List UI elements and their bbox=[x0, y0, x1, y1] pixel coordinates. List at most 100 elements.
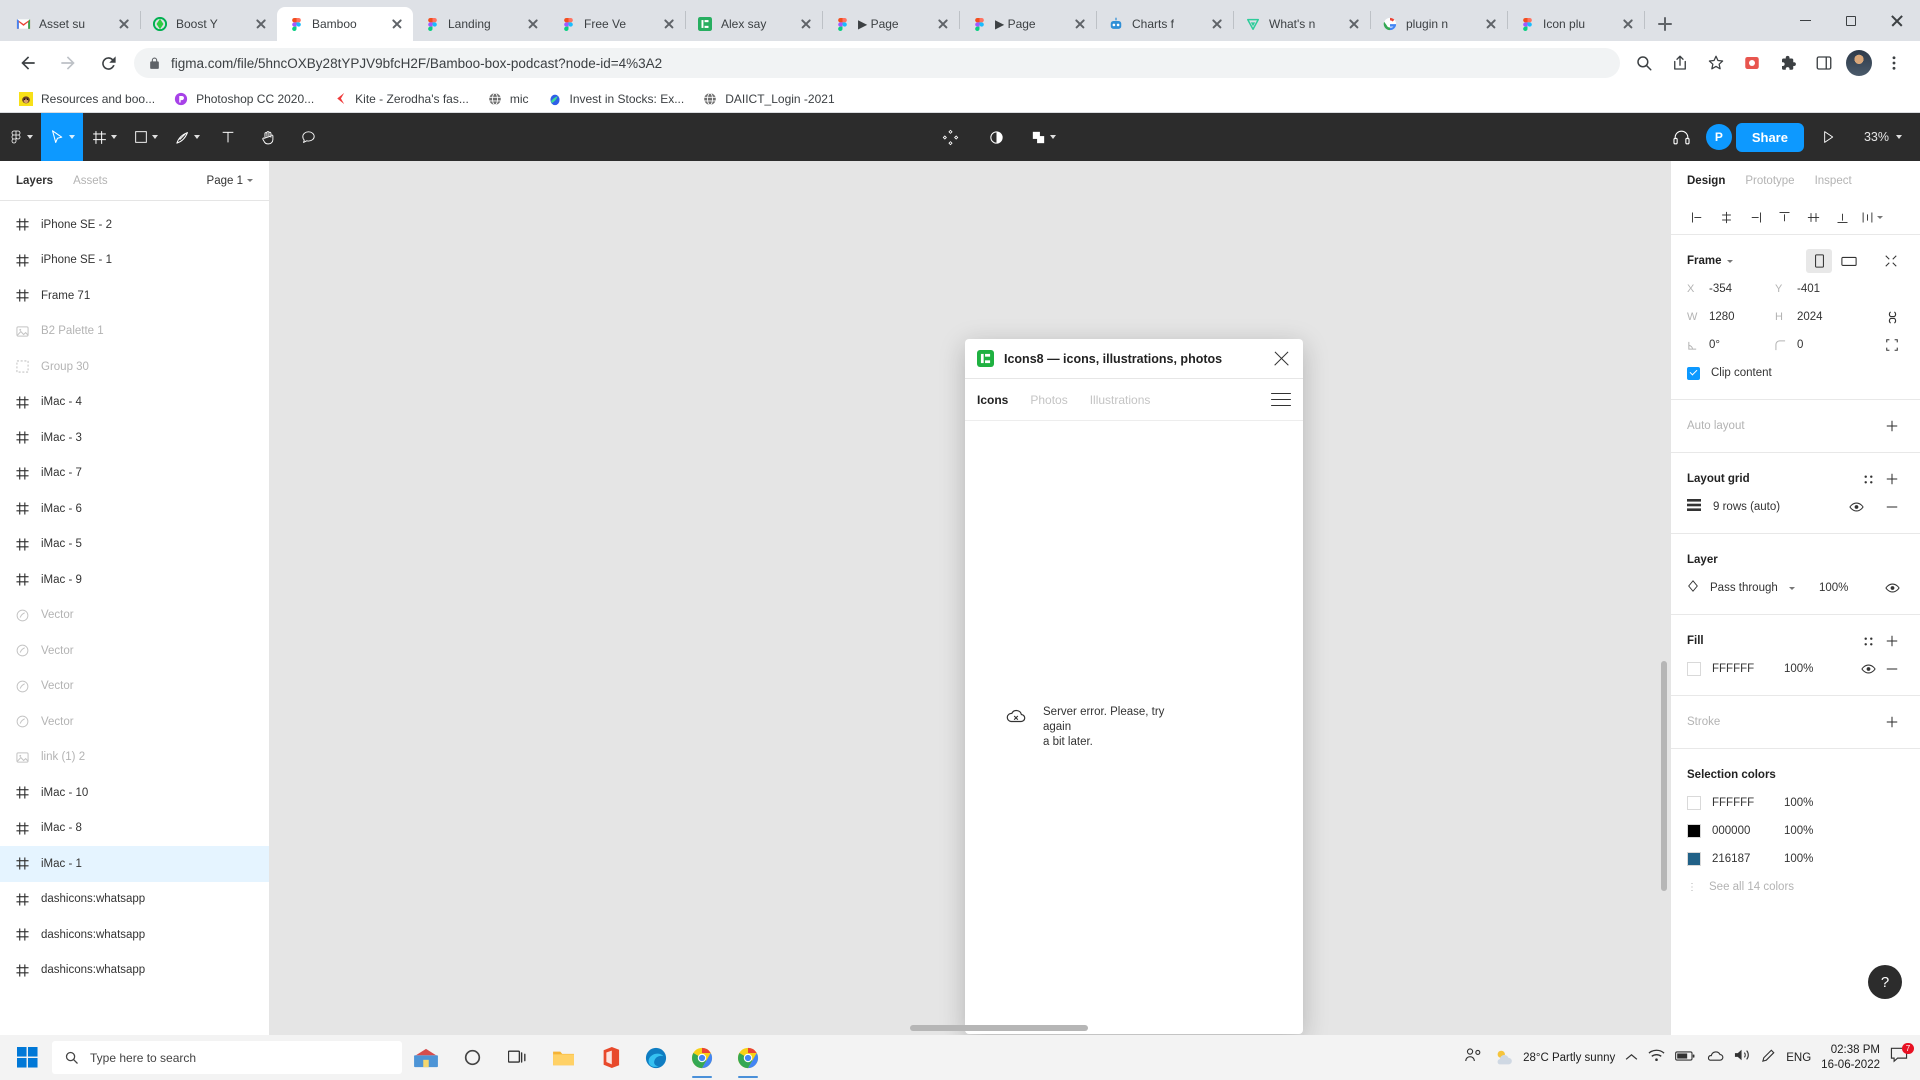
clip-content-row[interactable]: Clip content bbox=[1687, 359, 1904, 387]
rotation-field[interactable]: 0° bbox=[1687, 339, 1775, 351]
layer-item[interactable]: Vector bbox=[0, 598, 269, 634]
layer-item[interactable]: Frame 71 bbox=[0, 278, 269, 314]
browser-tab[interactable]: Free Ve bbox=[549, 7, 685, 41]
x-field[interactable]: X -354 bbox=[1687, 283, 1775, 295]
align-bottom-button[interactable] bbox=[1828, 205, 1856, 231]
browser-tab[interactable]: Asset su bbox=[4, 7, 140, 41]
bookmark-item[interactable]: DAIICT_Login -2021 bbox=[694, 88, 842, 110]
taskbar-search-box[interactable]: Type here to search bbox=[52, 1041, 402, 1074]
layer-item[interactable]: iMac - 6 bbox=[0, 491, 269, 527]
bookmark-item[interactable]: Photoshop CC 2020... bbox=[165, 88, 322, 110]
figma-main-menu-button[interactable] bbox=[0, 113, 41, 161]
toggle-grid-visibility-button[interactable] bbox=[1844, 495, 1868, 519]
constrain-proportions-button[interactable] bbox=[1880, 305, 1904, 329]
see-all-colors-row[interactable]: ⋮ See all 14 colors bbox=[1687, 873, 1904, 901]
move-tool-button[interactable] bbox=[41, 113, 83, 161]
bookmark-item[interactable]: mic bbox=[479, 88, 537, 110]
layer-item[interactable]: B2 Palette 1 bbox=[0, 314, 269, 350]
layer-item[interactable]: dashicons:whatsapp bbox=[0, 953, 269, 989]
tab-icons[interactable]: Icons bbox=[977, 393, 1008, 407]
browser-tab[interactable]: Bamboo bbox=[277, 7, 413, 41]
remove-grid-button[interactable] bbox=[1880, 495, 1904, 519]
y-field[interactable]: Y -401 bbox=[1775, 283, 1863, 295]
boolean-button[interactable] bbox=[1022, 113, 1064, 161]
present-button[interactable] bbox=[1808, 113, 1848, 161]
file-explorer-button[interactable] bbox=[542, 1035, 586, 1080]
scrollbar-thumb[interactable] bbox=[1661, 661, 1667, 891]
tab-close-button[interactable] bbox=[1209, 16, 1225, 32]
tab-close-button[interactable] bbox=[1346, 16, 1362, 32]
extension-pinned-button[interactable] bbox=[1737, 48, 1767, 78]
layer-item[interactable]: Vector bbox=[0, 704, 269, 740]
plugin-close-button[interactable] bbox=[1273, 350, 1291, 368]
text-tool-button[interactable] bbox=[208, 113, 248, 161]
align-top-button[interactable] bbox=[1770, 205, 1798, 231]
cortana-button[interactable] bbox=[450, 1035, 494, 1080]
forward-button[interactable] bbox=[51, 46, 85, 80]
edge-button[interactable] bbox=[634, 1035, 678, 1080]
share-button[interactable] bbox=[1665, 48, 1695, 78]
language-indicator[interactable]: ENG bbox=[1786, 1052, 1811, 1064]
browser-tab[interactable]: Boost Y bbox=[141, 7, 277, 41]
side-panel-button[interactable] bbox=[1809, 48, 1839, 78]
tab-close-button[interactable] bbox=[116, 16, 132, 32]
tab-close-button[interactable] bbox=[1620, 16, 1636, 32]
chevron-down-icon[interactable] bbox=[1788, 586, 1795, 590]
landscape-button[interactable] bbox=[1836, 249, 1862, 273]
selection-color-swatch[interactable] bbox=[1687, 852, 1701, 866]
shape-tool-button[interactable] bbox=[125, 113, 166, 161]
selection-color-swatch[interactable] bbox=[1687, 824, 1701, 838]
browser-tab[interactable]: What's n bbox=[1234, 7, 1370, 41]
align-vertical-center-button[interactable] bbox=[1799, 205, 1827, 231]
browser-tab[interactable]: plugin n bbox=[1371, 7, 1507, 41]
profile-avatar[interactable] bbox=[1846, 50, 1872, 76]
chrome-button[interactable] bbox=[680, 1035, 724, 1080]
layer-item[interactable]: iPhone SE - 2 bbox=[0, 207, 269, 243]
selection-color-item[interactable]: FFFFFF 100% bbox=[1687, 789, 1904, 817]
onedrive-button[interactable] bbox=[1705, 1049, 1724, 1067]
add-fill-button[interactable] bbox=[1880, 629, 1904, 653]
show-hidden-icons-button[interactable] bbox=[1625, 1049, 1638, 1067]
clip-content-checkbox[interactable] bbox=[1687, 366, 1700, 380]
chevron-down-icon[interactable] bbox=[1726, 259, 1733, 263]
align-right-button[interactable] bbox=[1741, 205, 1769, 231]
office-button[interactable] bbox=[588, 1035, 632, 1080]
layer-item[interactable]: iMac - 9 bbox=[0, 562, 269, 598]
layer-item[interactable]: Vector bbox=[0, 633, 269, 669]
help-button[interactable]: ? bbox=[1868, 965, 1902, 999]
fill-style-button[interactable] bbox=[1856, 629, 1880, 653]
extensions-button[interactable] bbox=[1773, 48, 1803, 78]
mask-button[interactable] bbox=[976, 113, 1016, 161]
layer-item[interactable]: link (1) 2 bbox=[0, 740, 269, 776]
add-stroke-button[interactable] bbox=[1880, 710, 1904, 734]
bookmark-item[interactable]: Kite - Zerodha's fas... bbox=[324, 88, 477, 110]
tab-prototype[interactable]: Prototype bbox=[1745, 175, 1794, 187]
add-auto-layout-button[interactable] bbox=[1880, 414, 1904, 438]
fill-opacity-value[interactable]: 100% bbox=[1784, 663, 1838, 675]
back-button[interactable] bbox=[11, 46, 45, 80]
layer-item[interactable]: iMac - 10 bbox=[0, 775, 269, 811]
width-field[interactable]: W 1280 bbox=[1687, 311, 1775, 323]
browser-tab[interactable]: Charts f bbox=[1097, 7, 1233, 41]
canvas-vertical-scrollbar[interactable] bbox=[1661, 161, 1667, 1035]
add-layout-grid-button[interactable] bbox=[1880, 467, 1904, 491]
grid-settings-button[interactable] bbox=[1856, 467, 1880, 491]
layout-grid-item[interactable]: 9 rows (auto) bbox=[1687, 493, 1904, 521]
tab-inspect[interactable]: Inspect bbox=[1815, 175, 1852, 187]
distribute-button[interactable] bbox=[1857, 205, 1885, 231]
figma-canvas[interactable]: Icons8 — icons, illustrations, photos Ic… bbox=[270, 161, 1670, 1035]
pen-tool-button[interactable] bbox=[166, 113, 208, 161]
scrollbar-thumb[interactable] bbox=[910, 1025, 1088, 1031]
layer-item[interactable]: dashicons:whatsapp bbox=[0, 917, 269, 953]
layer-item[interactable]: iMac - 7 bbox=[0, 456, 269, 492]
fill-color-swatch[interactable] bbox=[1687, 662, 1701, 676]
tab-close-button[interactable] bbox=[1483, 16, 1499, 32]
comment-tool-button[interactable] bbox=[288, 113, 328, 161]
layer-item[interactable]: dashicons:whatsapp bbox=[0, 882, 269, 918]
share-button[interactable]: Share bbox=[1735, 122, 1804, 152]
tab-close-button[interactable] bbox=[935, 16, 951, 32]
network-button[interactable] bbox=[1648, 1048, 1665, 1067]
layer-item[interactable]: iMac - 1 bbox=[0, 846, 269, 882]
maximize-button[interactable] bbox=[1828, 5, 1874, 37]
selection-color-item[interactable]: 216187 100% bbox=[1687, 845, 1904, 873]
